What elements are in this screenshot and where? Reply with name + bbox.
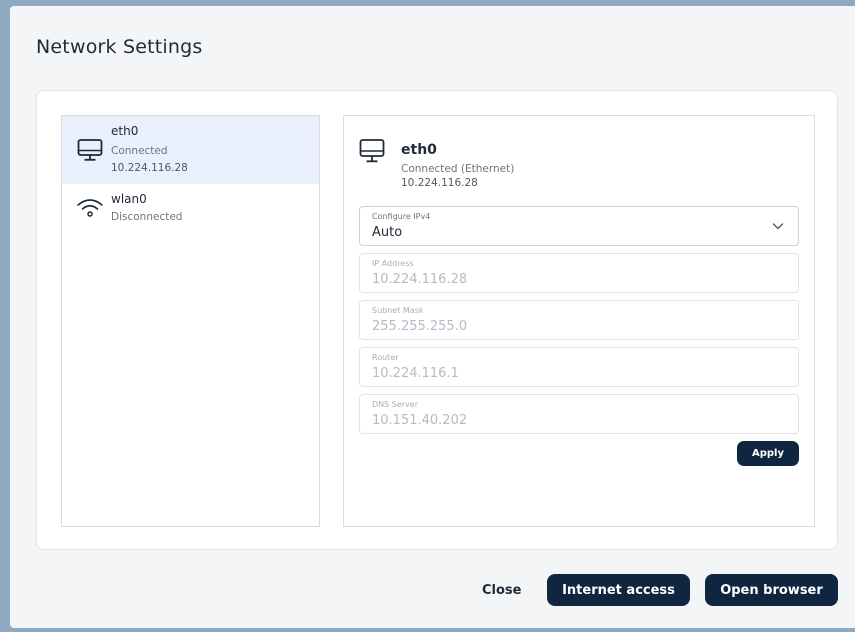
router-label: Router (372, 353, 399, 362)
wifi-icon (76, 192, 104, 220)
interface-status: Connected (111, 145, 168, 157)
interface-detail-panel: eth0 Connected (Ethernet) 10.224.116.28 … (343, 115, 815, 527)
interface-name: eth0 (111, 124, 139, 138)
interface-item-eth0[interactable]: eth0 Connected 10.224.116.28 (62, 116, 319, 184)
dns-server-field[interactable]: DNS Server 10.151.40.202 (359, 394, 799, 434)
dns-server-value: 10.151.40.202 (372, 413, 468, 428)
chevron-down-icon (772, 220, 784, 232)
ip-address-field[interactable]: IP Address 10.224.116.28 (359, 253, 799, 293)
detail-interface-status: Connected (Ethernet) (401, 163, 515, 175)
monitor-icon (358, 136, 386, 166)
internet-access-button[interactable]: Internet access (547, 574, 690, 606)
router-field[interactable]: Router 10.224.116.1 (359, 347, 799, 387)
configure-ipv4-select[interactable]: Configure IPv4 Auto (359, 206, 799, 246)
monitor-icon (76, 136, 104, 164)
detail-interface-ip: 10.224.116.28 (401, 177, 478, 189)
detail-interface-name: eth0 (401, 142, 437, 158)
router-value: 10.224.116.1 (372, 366, 459, 381)
subnet-mask-label: Subnet Mask (372, 306, 424, 315)
interface-status: Disconnected (111, 211, 183, 223)
network-settings-window: Network Settings eth0 Connected 10.224.1… (10, 6, 855, 628)
settings-card: eth0 Connected 10.224.116.28 wlan0 Disco… (36, 90, 838, 550)
open-browser-button[interactable]: Open browser (705, 574, 838, 606)
ip-address-label: IP Address (372, 259, 414, 268)
interface-name: wlan0 (111, 192, 147, 206)
dns-server-label: DNS Server (372, 400, 418, 409)
close-button[interactable]: Close (476, 582, 527, 599)
subnet-mask-value: 255.255.255.0 (372, 319, 468, 334)
interface-list: eth0 Connected 10.224.116.28 wlan0 Disco… (61, 115, 320, 527)
interface-item-wlan0[interactable]: wlan0 Disconnected (62, 184, 319, 252)
interface-ip: 10.224.116.28 (111, 162, 188, 174)
ip-address-value: 10.224.116.28 (372, 272, 468, 287)
apply-button[interactable]: Apply (737, 441, 799, 466)
subnet-mask-field[interactable]: Subnet Mask 255.255.255.0 (359, 300, 799, 340)
window-title: Network Settings (36, 36, 203, 58)
configure-ipv4-value: Auto (372, 225, 403, 240)
configure-ipv4-label: Configure IPv4 (372, 212, 431, 221)
